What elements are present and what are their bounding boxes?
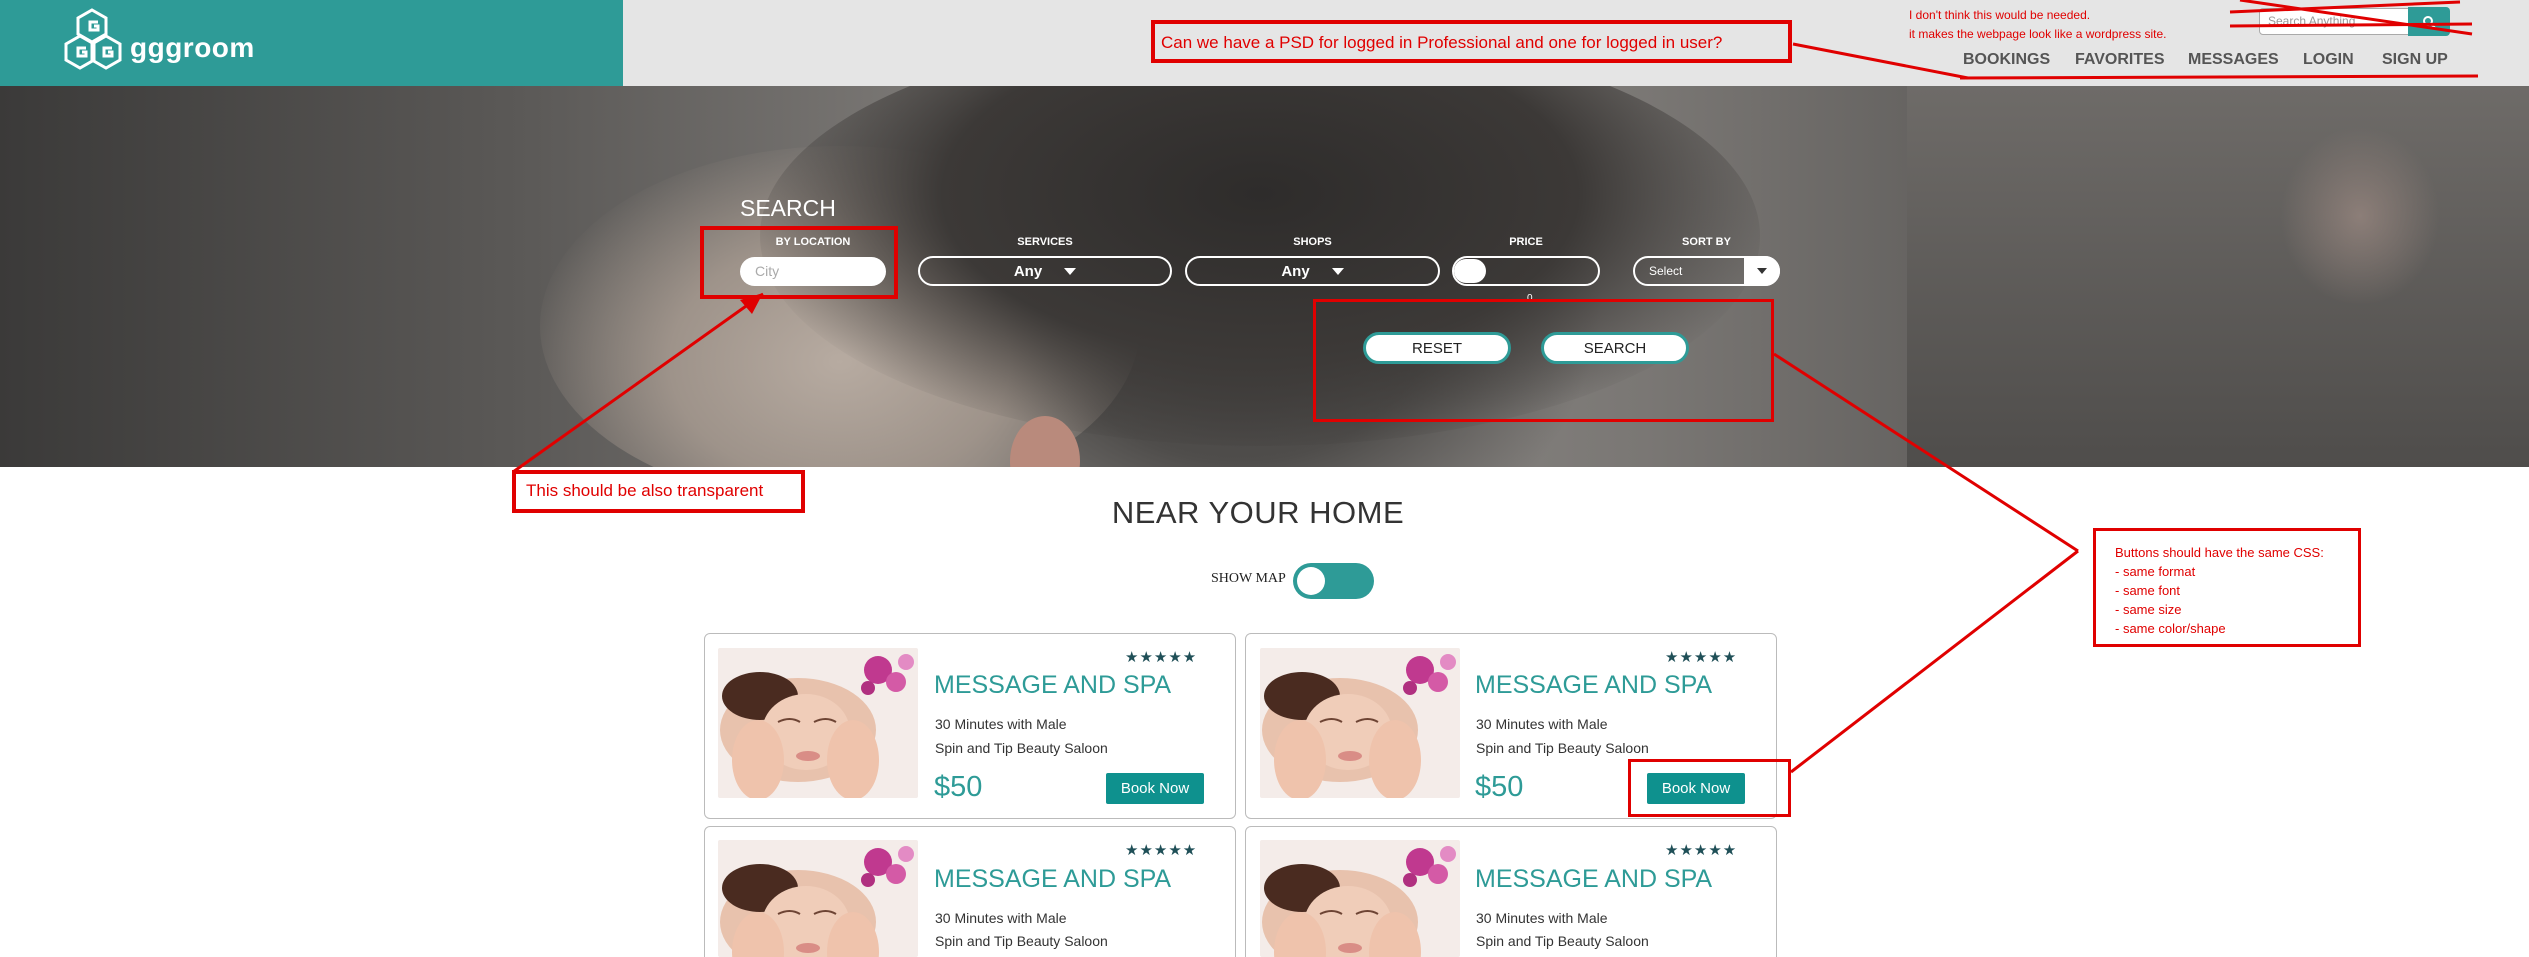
service-shop: Spin and Tip Beauty Saloon (1476, 740, 1649, 756)
chevron-down-icon (1757, 268, 1767, 274)
services-label: SERVICES (1017, 236, 1073, 248)
service-duration: 30 Minutes with Male (1476, 910, 1608, 926)
service-title[interactable]: MESSAGE AND SPA (1475, 865, 1712, 894)
buttons-note: Buttons should have the same CSS: - same… (2115, 543, 2324, 638)
search-note-line1: I don't think this would be needed. (1909, 8, 2091, 22)
service-image (718, 840, 918, 957)
psd-note: Can we have a PSD for logged in Professi… (1161, 33, 1723, 52)
rating-stars: ★★★★★ (1665, 649, 1738, 666)
book-now-button[interactable]: Book Now (1106, 773, 1204, 804)
sort-dropdown-button[interactable] (1744, 256, 1780, 286)
nav-favorites[interactable]: FAVORITES (2075, 51, 2165, 69)
chevron-down-icon (1064, 267, 1077, 275)
nav-bookings[interactable]: BOOKINGS (1963, 51, 2050, 69)
shops-value: Any (1281, 262, 1310, 280)
shops-select[interactable]: Any (1185, 256, 1440, 286)
buttons-highlight (1313, 299, 1774, 422)
price-slider-handle[interactable] (1454, 259, 1486, 283)
rating-stars: ★★★★★ (1125, 842, 1198, 859)
service-shop: Spin and Tip Beauty Saloon (935, 933, 1108, 949)
price-label: PRICE (1509, 236, 1543, 248)
service-price: $50 (934, 771, 983, 803)
search-input[interactable]: Search Anything (2259, 8, 2411, 35)
search-heading: SEARCH (740, 195, 836, 221)
service-image (1260, 840, 1460, 957)
book-button-highlight (1628, 759, 1791, 817)
service-title[interactable]: MESSAGE AND SPA (934, 865, 1171, 894)
sort-label: SORT BY (1682, 236, 1731, 248)
search-icon (2423, 15, 2436, 29)
buttons-note-item: - same color/shape (2115, 621, 2226, 636)
logo-icon[interactable] (64, 8, 128, 72)
service-price: $50 (1475, 771, 1524, 803)
service-image (718, 648, 918, 798)
buttons-note-item: - same format (2115, 564, 2196, 579)
nav-messages[interactable]: MESSAGES (2188, 51, 2279, 69)
service-duration: 30 Minutes with Male (1476, 716, 1608, 732)
buttons-note-item: - same size (2115, 602, 2182, 617)
nav-signup[interactable]: SIGN UP (2382, 51, 2448, 69)
shops-label: SHOPS (1293, 236, 1332, 248)
show-map-label: SHOW MAP (1211, 571, 1286, 586)
chevron-down-icon (1331, 267, 1344, 275)
services-value: Any (1013, 262, 1043, 280)
services-select[interactable]: Any (918, 256, 1172, 286)
service-duration: 30 Minutes with Male (935, 716, 1067, 732)
service-duration: 30 Minutes with Male (935, 910, 1067, 926)
rating-stars: ★★★★★ (1665, 842, 1738, 859)
section-title: NEAR YOUR HOME (1111, 495, 1405, 530)
buttons-note-item: - same font (2115, 583, 2181, 598)
search-button[interactable] (2408, 7, 2450, 36)
service-title[interactable]: MESSAGE AND SPA (934, 671, 1171, 700)
nav-login[interactable]: LOGIN (2303, 51, 2354, 69)
transparent-note: This should be also transparent (526, 481, 764, 500)
service-shop: Spin and Tip Beauty Saloon (935, 740, 1108, 756)
rating-stars: ★★★★★ (1125, 649, 1198, 666)
location-field-highlight (700, 226, 898, 299)
toggle-knob (1297, 567, 1325, 595)
service-image (1260, 648, 1460, 798)
brand-name[interactable]: gggroom (130, 32, 255, 64)
service-shop: Spin and Tip Beauty Saloon (1476, 933, 1649, 949)
search-note-line2: it makes the webpage look like a wordpre… (1909, 27, 2167, 41)
service-title[interactable]: MESSAGE AND SPA (1475, 671, 1712, 700)
buttons-note-title: Buttons should have the same CSS: (2115, 545, 2324, 560)
